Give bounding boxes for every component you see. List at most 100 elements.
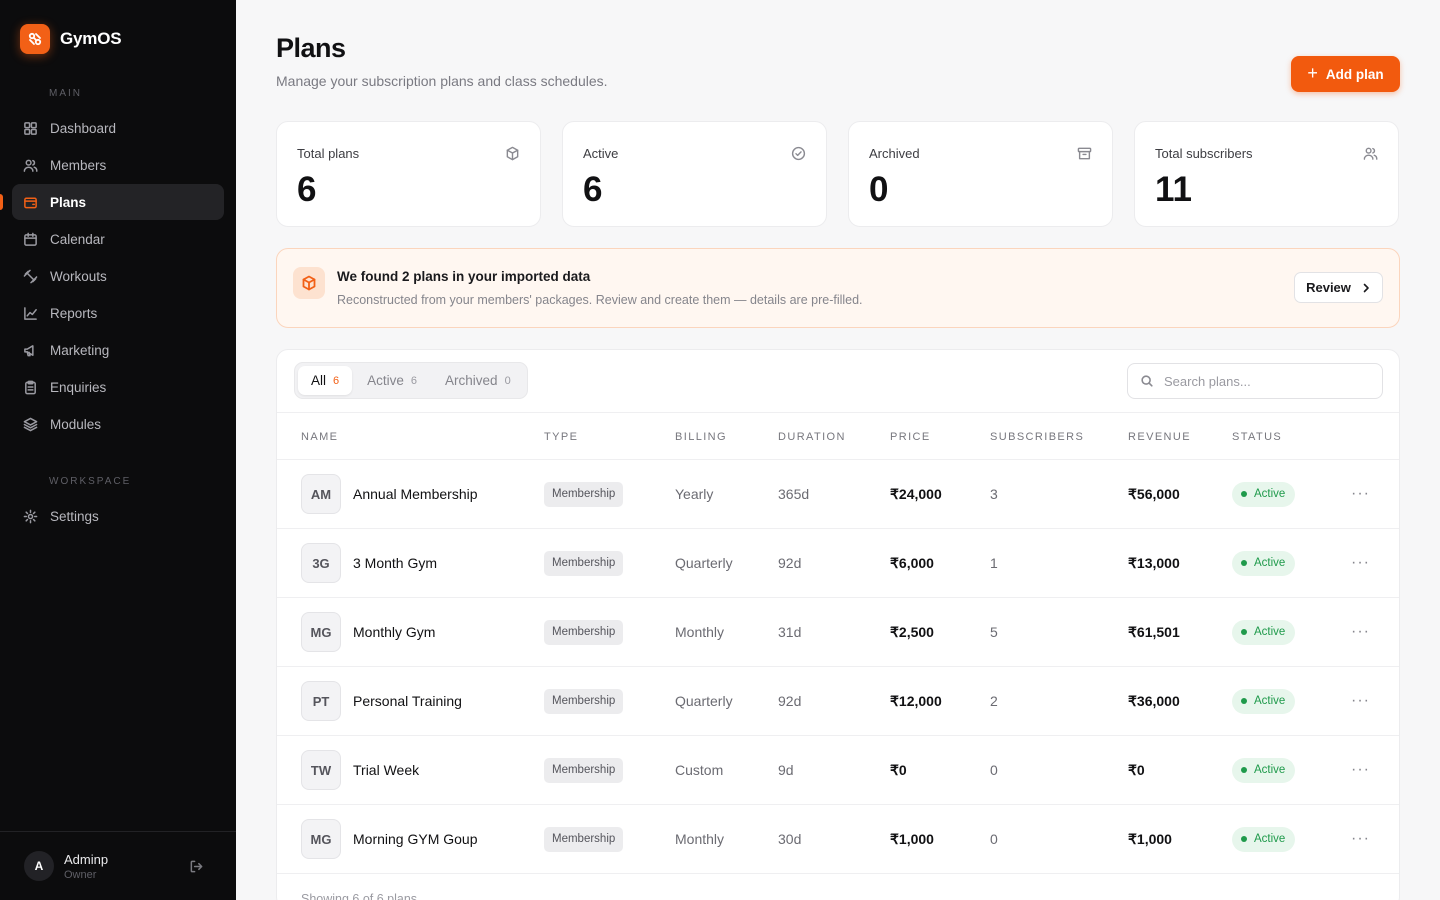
search-box (1127, 363, 1383, 399)
tab-label: Archived (445, 373, 498, 388)
status-label: Active (1254, 764, 1286, 776)
plan-name: 3 Month Gym (353, 555, 438, 571)
more-options-icon[interactable]: ··· (1351, 830, 1370, 848)
status-label: Active (1254, 557, 1286, 569)
tab-active[interactable]: Active 6 (354, 366, 430, 395)
duration-cell: 92d (778, 555, 802, 571)
status-label: Active (1254, 695, 1286, 707)
sidebar-item-workouts[interactable]: Workouts (12, 258, 224, 294)
price-cell: ₹24,000 (890, 485, 942, 502)
duration-cell: 365d (778, 486, 810, 502)
tab-archived[interactable]: Archived 0 (432, 366, 524, 395)
stat-label: Archived (869, 146, 920, 161)
sidebar-item-marketing[interactable]: Marketing (12, 332, 224, 368)
subscribers-cell: 0 (990, 762, 998, 778)
table-row[interactable]: MG Morning GYM Goup Membership Monthly 3… (277, 805, 1399, 874)
users-icon (23, 159, 38, 172)
sidebar-item-reports[interactable]: Reports (12, 295, 224, 331)
sidebar-item-modules[interactable]: Modules (12, 406, 224, 442)
tab-count: 6 (410, 374, 418, 387)
table-row[interactable]: MG Monthly Gym Membership Monthly 31d ₹2… (277, 598, 1399, 667)
sidebar-item-plans[interactable]: Plans (0, 184, 224, 220)
billing-cell: Quarterly (675, 693, 733, 709)
sidebar-item-calendar[interactable]: Calendar (12, 221, 224, 257)
duration-cell: 30d (778, 831, 802, 847)
billing-cell: Monthly (675, 624, 725, 640)
plan-initials-avatar: MG (301, 819, 341, 859)
status-badge: Active (1232, 619, 1296, 645)
table-row[interactable]: TW Trial Week Membership Custom 9d ₹0 0 … (277, 736, 1399, 805)
status-dot-icon (1241, 629, 1247, 635)
table-body: AM Annual Membership Membership Yearly 3… (277, 460, 1399, 874)
revenue-cell: ₹0 (1128, 761, 1145, 778)
subscribers-cell: 2 (990, 693, 998, 709)
sidebar-item-dashboard[interactable]: Dashboard (12, 110, 224, 146)
status-badge: Active (1232, 481, 1296, 507)
more-options-icon[interactable]: ··· (1351, 554, 1370, 572)
stat-card-total-subscribers: Total subscribers 11 (1134, 121, 1399, 227)
plan-name: Monthly Gym (353, 624, 436, 640)
revenue-cell: ₹56,000 (1128, 485, 1180, 502)
column-header-revenue[interactable]: REVENUE (1128, 431, 1191, 443)
more-options-icon[interactable]: ··· (1351, 761, 1370, 779)
column-header-status[interactable]: STATUS (1232, 431, 1282, 443)
plans-table-card: All 6 Active 6 Archived 0 NAME TYPE BILL… (276, 349, 1400, 900)
more-options-icon[interactable]: ··· (1351, 485, 1370, 503)
sidebar-item-settings[interactable]: Settings (12, 498, 224, 534)
more-options-icon[interactable]: ··· (1351, 623, 1370, 641)
logout-button[interactable] (189, 859, 204, 879)
wallet-icon (24, 197, 37, 208)
stat-label: Total subscribers (1155, 146, 1253, 161)
column-header-type[interactable]: TYPE (544, 431, 578, 443)
status-badge: Active (1232, 757, 1296, 783)
plan-initials-avatar: PT (301, 681, 341, 721)
more-options-icon[interactable]: ··· (1351, 692, 1370, 710)
column-header-billing[interactable]: BILLING (675, 431, 727, 443)
stat-value: 6 (583, 170, 603, 209)
user-profile[interactable]: A Adminp Owner (0, 831, 236, 900)
review-button[interactable]: Review (1294, 272, 1383, 303)
plan-name: Annual Membership (353, 486, 478, 502)
table-row[interactable]: PT Personal Training Membership Quarterl… (277, 667, 1399, 736)
sidebar-item-enquiries[interactable]: Enquiries (12, 369, 224, 405)
sidebar-item-label: Marketing (50, 342, 110, 358)
table-row[interactable]: 3G 3 Month Gym Membership Quarterly 92d … (277, 529, 1399, 598)
status-label: Active (1254, 626, 1286, 638)
tab-count: 6 (333, 374, 340, 387)
column-header-price[interactable]: PRICE (890, 431, 931, 443)
billing-cell: Yearly (675, 486, 714, 502)
clipboard-icon (25, 380, 36, 394)
stat-value: 11 (1155, 170, 1192, 209)
section-label-main: MAIN (49, 88, 82, 99)
column-header-duration[interactable]: DURATION (778, 431, 846, 443)
sidebar-item-label: Modules (50, 416, 102, 432)
check-circle-icon (791, 146, 806, 161)
duration-cell: 9d (778, 762, 794, 778)
search-input[interactable] (1164, 373, 1364, 389)
stat-label: Total plans (297, 146, 360, 161)
gear-icon (23, 509, 38, 523)
brand[interactable]: GymOS (20, 24, 122, 54)
status-dot-icon (1241, 560, 1247, 566)
users-icon (1363, 147, 1378, 160)
table-row[interactable]: AM Annual Membership Membership Yearly 3… (277, 460, 1399, 529)
sidebar-item-members[interactable]: Members (12, 147, 224, 183)
search-icon (1141, 375, 1153, 387)
status-label: Active (1254, 488, 1286, 500)
price-cell: ₹0 (890, 761, 907, 778)
stat-card-archived: Archived 0 (848, 121, 1113, 227)
subscribers-cell: 5 (990, 624, 998, 640)
column-header-subscribers[interactable]: SUBSCRIBERS (990, 431, 1084, 443)
plan-name: Morning GYM Goup (353, 831, 478, 847)
tab-label: All (311, 373, 327, 388)
banner-title: We found 2 plans in your imported data (337, 269, 591, 284)
column-header-name[interactable]: NAME (301, 431, 338, 443)
tab-all[interactable]: All 6 (298, 366, 353, 395)
billing-cell: Custom (675, 762, 724, 778)
dashboard-icon (24, 121, 37, 135)
revenue-cell: ₹36,000 (1128, 692, 1180, 709)
plan-initials-avatar: 3G (301, 543, 341, 583)
sidebar-item-label: Workouts (50, 268, 107, 284)
plan-name: Trial Week (353, 762, 420, 778)
add-plan-button[interactable]: + Add plan (1291, 56, 1400, 92)
